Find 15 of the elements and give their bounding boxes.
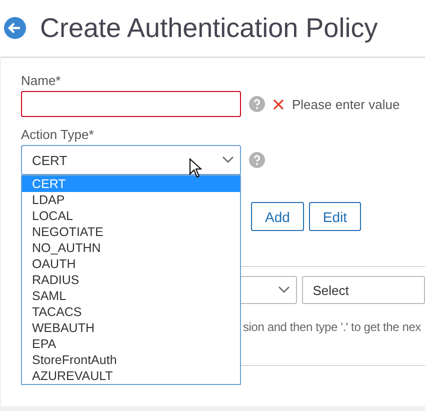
field-label: Name*	[21, 73, 62, 88]
help-icon[interactable]	[249, 152, 265, 168]
error-message: Please enter value	[292, 96, 400, 112]
page-title: Create Authentication Policy	[40, 12, 378, 44]
chevron-down-icon	[222, 156, 234, 164]
name-input-field[interactable]	[21, 91, 241, 117]
error-x-icon	[273, 98, 284, 110]
hint-text: sion and then type '.' to get the nex	[243, 320, 422, 334]
field-label: Action Type*	[21, 127, 95, 142]
help-icon[interactable]	[249, 96, 265, 112]
chevron-down-icon	[278, 286, 290, 294]
action-button[interactable]: Add	[251, 202, 304, 231]
action-type-select[interactable]: CERT	[21, 145, 241, 175]
action-button[interactable]: Edit	[308, 202, 362, 231]
select-field[interactable]: Select	[302, 276, 425, 304]
